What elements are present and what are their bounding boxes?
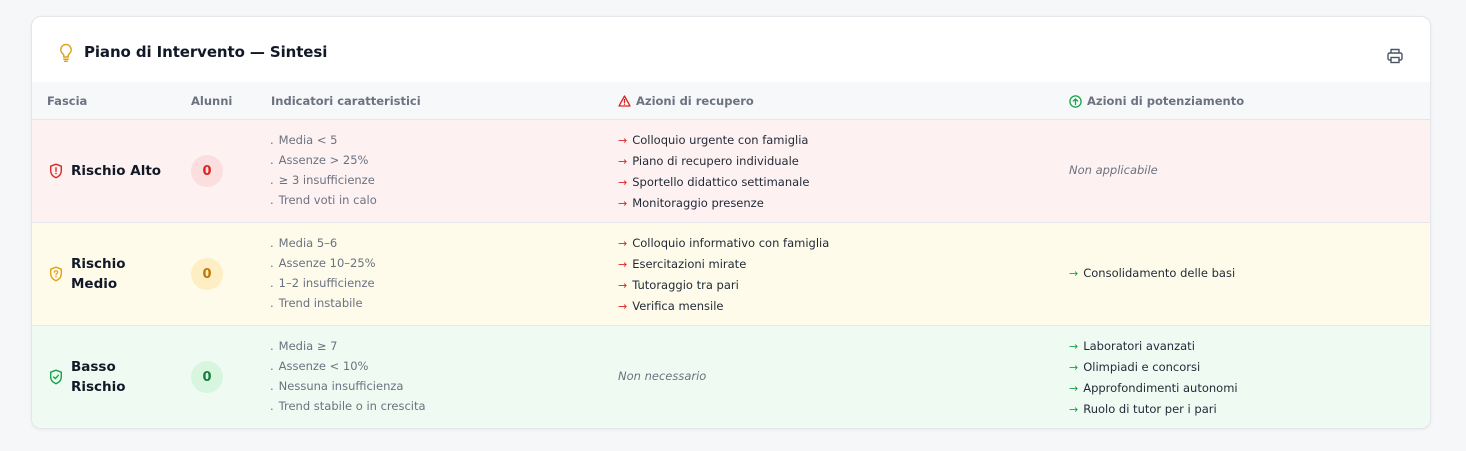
action-item: → Colloquio urgente con famiglia bbox=[618, 130, 809, 151]
arrow-right-icon: → bbox=[618, 176, 628, 189]
arrow-right-icon: → bbox=[1069, 361, 1079, 374]
table-row: Rischio Medio 0 Media 5–6Assenze 10–25%1–2… bbox=[32, 223, 1430, 326]
col-recupero: Azioni di recupero bbox=[618, 94, 754, 108]
indicators-list: Media 5–6Assenze 10–25%1–2 insufficienze… bbox=[270, 233, 376, 313]
indicator-item: Assenze 10–25% bbox=[270, 253, 376, 273]
card-header: Piano di Intervento — Sintesi bbox=[32, 17, 1430, 82]
fascia-cell: Rischio Alto bbox=[49, 161, 161, 181]
action-item: → Olimpiadi e concorsi bbox=[1069, 357, 1238, 378]
action-item: → Esercitazioni mirate bbox=[618, 254, 829, 275]
indicator-item: Media ≥ 7 bbox=[270, 336, 426, 356]
shield-alert-icon bbox=[49, 163, 63, 179]
arrow-right-icon: → bbox=[618, 155, 628, 168]
student-count-badge: 0 bbox=[191, 155, 223, 187]
card-title: Piano di Intervento — Sintesi bbox=[84, 43, 328, 61]
potenziamento-note: Non applicabile bbox=[1069, 163, 1158, 177]
recupero-note: Non necessario bbox=[618, 369, 707, 383]
shield-check-icon bbox=[49, 369, 63, 385]
student-count-badge: 0 bbox=[191, 361, 223, 393]
indicator-item: Trend stabile o in crescita bbox=[270, 396, 426, 416]
table-row: Rischio Alto 0 Media < 5Assenze > 25%≥ 3 i… bbox=[32, 120, 1430, 223]
indicator-item: Assenze > 25% bbox=[270, 150, 377, 170]
action-item: → Laboratori avanzati bbox=[1069, 336, 1238, 357]
arrow-right-icon: → bbox=[618, 279, 628, 292]
warning-icon bbox=[618, 95, 631, 107]
fascia-label: Rischio Alto bbox=[71, 163, 162, 179]
table-header: Fascia Alunni Indicatori caratteristici … bbox=[32, 82, 1430, 120]
fascia-cell: Rischio Medio bbox=[49, 254, 131, 294]
indicator-item: Media 5–6 bbox=[270, 233, 376, 253]
action-item: → Verifica mensile bbox=[618, 296, 829, 317]
fascia-cell: Basso Rischio bbox=[49, 357, 131, 397]
recupero-list: → Colloquio informativo con famiglia → Eser… bbox=[618, 233, 829, 317]
shield-question-icon bbox=[49, 266, 63, 282]
arrow-right-icon: → bbox=[1069, 403, 1079, 416]
indicator-item: Nessuna insufficienza bbox=[270, 376, 426, 396]
arrow-right-icon: → bbox=[618, 237, 628, 250]
fascia-label: Rischio Medio bbox=[71, 256, 126, 292]
arrow-right-icon: → bbox=[1069, 382, 1079, 395]
arrow-right-icon: → bbox=[618, 300, 628, 313]
indicator-item: Assenze < 10% bbox=[270, 356, 426, 376]
table-row: Basso Rischio 0 Media ≥ 7Assenze < 10%Ness… bbox=[32, 326, 1430, 428]
action-item: → Colloquio informativo con famiglia bbox=[618, 233, 829, 254]
arrow-right-icon: → bbox=[1069, 340, 1079, 353]
intervention-plan-card: Piano di Intervento — Sintesi Fascia Alu… bbox=[31, 16, 1431, 429]
indicators-list: Media < 5Assenze > 25%≥ 3 insufficienzeT… bbox=[270, 130, 377, 210]
indicator-item: 1–2 insufficienze bbox=[270, 273, 376, 293]
potenziamento-list: → Consolidamento delle basi bbox=[1069, 263, 1235, 284]
indicator-item: ≥ 3 insufficienze bbox=[270, 170, 377, 190]
table-body: Rischio Alto 0 Media < 5Assenze > 25%≥ 3 i… bbox=[32, 120, 1430, 428]
indicators-list: Media ≥ 7Assenze < 10%Nessuna insufficie… bbox=[270, 336, 426, 416]
col-indicatori: Indicatori caratteristici bbox=[271, 94, 421, 108]
printer-icon[interactable] bbox=[1386, 47, 1404, 65]
indicator-item: Trend voti in calo bbox=[270, 190, 377, 210]
recupero-list: → Colloquio urgente con famiglia → Piano di… bbox=[618, 130, 809, 214]
col-alunni: Alunni bbox=[191, 94, 233, 108]
arrow-right-icon: → bbox=[618, 134, 628, 147]
col-potenziamento: Azioni di potenziamento bbox=[1069, 94, 1244, 108]
student-count-badge: 0 bbox=[191, 258, 223, 290]
arrow-right-icon: → bbox=[618, 258, 628, 271]
indicator-item: Trend instabile bbox=[270, 293, 376, 313]
action-item: → Consolidamento delle basi bbox=[1069, 263, 1235, 284]
action-item: → Approfondimenti autonomi bbox=[1069, 378, 1238, 399]
lightbulb-icon bbox=[60, 43, 72, 63]
action-item: → Tutoraggio tra pari bbox=[618, 275, 829, 296]
indicator-item: Media < 5 bbox=[270, 130, 377, 150]
action-item: → Monitoraggio presenze bbox=[618, 193, 809, 214]
fascia-label: Basso Rischio bbox=[71, 359, 126, 395]
col-fascia: Fascia bbox=[47, 94, 88, 108]
arrow-right-icon: → bbox=[1069, 267, 1079, 280]
action-item: → Ruolo di tutor per i pari bbox=[1069, 399, 1238, 420]
arrow-up-circle-icon bbox=[1069, 94, 1082, 108]
action-item: → Sportello didattico settimanale bbox=[618, 172, 809, 193]
action-item: → Piano di recupero individuale bbox=[618, 151, 809, 172]
potenziamento-list: → Laboratori avanzati → Olimpiadi e concors… bbox=[1069, 336, 1238, 420]
arrow-right-icon: → bbox=[618, 197, 628, 210]
